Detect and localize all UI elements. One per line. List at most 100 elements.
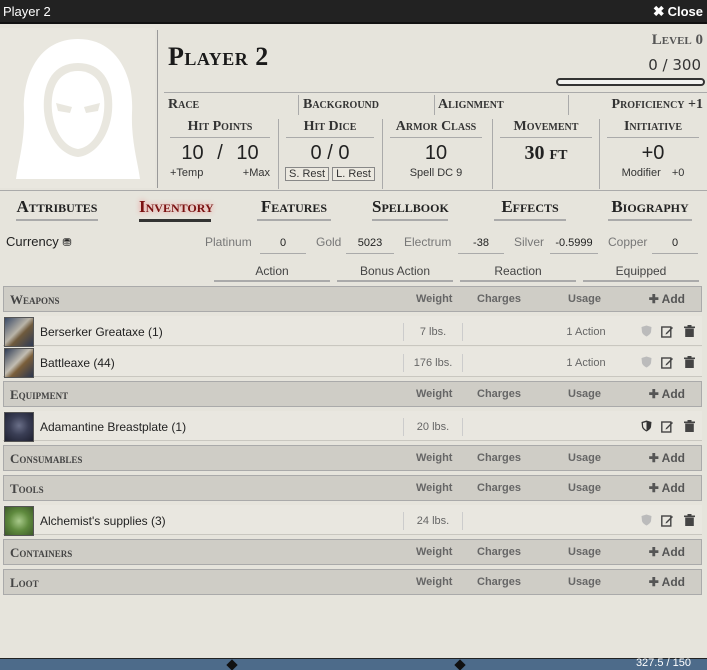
add-weapon-button[interactable]: ✚ Add [649, 292, 685, 306]
item-row[interactable]: Berserker Greataxe (1) 7 lbs. 1 Action [3, 316, 702, 347]
filter-reaction[interactable]: Reaction [460, 264, 576, 282]
item-row[interactable]: Adamantine Breastplate (1) 20 lbs. [3, 411, 702, 442]
filter-action[interactable]: Action [214, 264, 330, 282]
edit-icon[interactable] [660, 419, 674, 433]
character-name[interactable]: Player 2 [168, 42, 269, 72]
tab-inventory[interactable]: Inventory [139, 197, 214, 222]
tab-effects[interactable]: Effects [494, 197, 566, 221]
trash-icon[interactable] [682, 513, 696, 527]
filter-bonus-action[interactable]: Bonus Action [337, 264, 453, 282]
section-header-containers: Containers Weight Charges Usage ✚ Add [3, 539, 702, 565]
item-name[interactable]: Alchemist's supplies (3) [40, 514, 166, 528]
section-title: Tools [10, 481, 44, 496]
add-label: Add [661, 481, 685, 495]
tab-attributes[interactable]: Attributes [16, 197, 98, 221]
portrait[interactable] [0, 28, 155, 188]
item-weight: 20 lbs. [403, 418, 463, 436]
plus-icon: ✚ [648, 481, 659, 495]
shield-icon[interactable] [639, 419, 653, 433]
add-loot-button[interactable]: ✚ Add [649, 575, 685, 589]
hp-temp[interactable]: +Temp [170, 167, 203, 179]
copper-input[interactable] [652, 232, 698, 254]
section-header-consumables: Consumables Weight Charges Usage ✚ Add [3, 445, 702, 471]
col-charges: Charges [477, 388, 522, 400]
item-image-berserker-greataxe[interactable] [4, 317, 34, 347]
item-usage[interactable]: 1 Action [551, 326, 621, 338]
col-usage: Usage [568, 546, 602, 558]
item-usage[interactable]: 1 Action [551, 357, 621, 369]
hp-max-mod[interactable]: +Max [243, 167, 270, 179]
currency-label: Currency [6, 234, 59, 249]
xp-value: 0 / 300 [648, 56, 701, 74]
silver-input[interactable] [550, 232, 598, 254]
item-name[interactable]: Battleaxe (44) [40, 356, 115, 370]
character-level: Level 0 [651, 32, 703, 48]
section-title: Weapons [10, 292, 60, 307]
shield-icon[interactable] [639, 355, 653, 369]
filter-equipped[interactable]: Equipped [583, 264, 699, 282]
edit-icon[interactable] [660, 324, 674, 338]
header-bottom-line [0, 190, 707, 191]
item-weight: 24 lbs. [403, 512, 463, 530]
shield-icon[interactable] [639, 324, 653, 338]
shield-icon[interactable] [639, 513, 653, 527]
alignment-label[interactable]: Alignment [438, 97, 504, 113]
hp-sub: +Temp +Max [164, 167, 276, 179]
hp-current[interactable]: 10 [181, 142, 203, 164]
add-equipment-button[interactable]: ✚ Add [649, 387, 685, 401]
tab-features[interactable]: Features [257, 197, 331, 221]
xp-bar [556, 78, 705, 86]
short-rest-button[interactable]: S. Rest [285, 167, 330, 181]
add-tool-button[interactable]: ✚ Add [649, 481, 685, 495]
add-container-button[interactable]: ✚ Add [649, 545, 685, 559]
window-titlebar[interactable]: Player 2 ✖ Close [0, 0, 707, 24]
trash-icon[interactable] [682, 324, 696, 338]
item-name[interactable]: Berserker Greataxe (1) [40, 325, 163, 339]
add-consumable-button[interactable]: ✚ Add [649, 451, 685, 465]
movement-block: Movement 30 ft [494, 119, 598, 189]
armor-class-label: Armor Class [390, 119, 482, 138]
encumbrance-marker [454, 659, 466, 670]
col-weight: Weight [416, 452, 453, 464]
edit-icon[interactable] [660, 513, 674, 527]
item-row[interactable]: Alchemist's supplies (3) 24 lbs. [3, 505, 702, 536]
tab-spellbook[interactable]: Spellbook [372, 197, 449, 221]
item-image-battleaxe[interactable] [4, 348, 34, 378]
section-header-equipment: Equipment Weight Charges Usage ✚ Add [3, 381, 702, 407]
background-label[interactable]: Background [303, 97, 379, 113]
close-icon: ✖ [652, 2, 665, 19]
initiative-label[interactable]: Initiative [607, 119, 699, 138]
encumbrance-marker [226, 659, 238, 670]
stat-divider [599, 119, 600, 189]
hp-max[interactable]: 10 [236, 142, 258, 164]
electrum-input[interactable] [458, 232, 504, 254]
item-name[interactable]: Adamantine Breastplate (1) [40, 420, 186, 434]
hit-points-value[interactable]: 10 / 10 [164, 142, 276, 165]
item-image-adamantine-breastplate[interactable] [4, 412, 34, 442]
hit-dice-value: 0 / 0 [310, 142, 350, 164]
item-row[interactable]: Battleaxe (44) 176 lbs. 1 Action [3, 347, 702, 378]
trash-icon[interactable] [682, 355, 696, 369]
col-charges: Charges [477, 576, 522, 588]
proficiency-label: Proficiency +1 [611, 97, 703, 112]
gold-label: Gold [316, 235, 342, 249]
movement-value[interactable]: 30 ft [494, 142, 598, 165]
hit-points-block: Hit Points 10 / 10 +Temp +Max [164, 119, 276, 189]
race-label[interactable]: Race [168, 97, 199, 113]
sheet-tabs: Attributes Inventory Features Spellbook … [0, 194, 707, 224]
item-image-alchemists-supplies[interactable] [4, 506, 34, 536]
col-weight: Weight [416, 388, 453, 400]
add-label: Add [661, 545, 685, 559]
long-rest-button[interactable]: L. Rest [332, 167, 375, 181]
stat-divider [492, 119, 493, 189]
add-label: Add [661, 292, 685, 306]
initiative-modifier-value[interactable]: +0 [672, 167, 685, 179]
tab-biography[interactable]: Biography [608, 197, 692, 221]
trash-icon[interactable] [682, 419, 696, 433]
plus-icon: ✚ [648, 387, 659, 401]
col-charges: Charges [477, 482, 522, 494]
edit-icon[interactable] [660, 355, 674, 369]
close-button[interactable]: ✖ Close [653, 3, 703, 20]
platinum-input[interactable] [260, 232, 306, 254]
gold-input[interactable] [346, 232, 394, 254]
